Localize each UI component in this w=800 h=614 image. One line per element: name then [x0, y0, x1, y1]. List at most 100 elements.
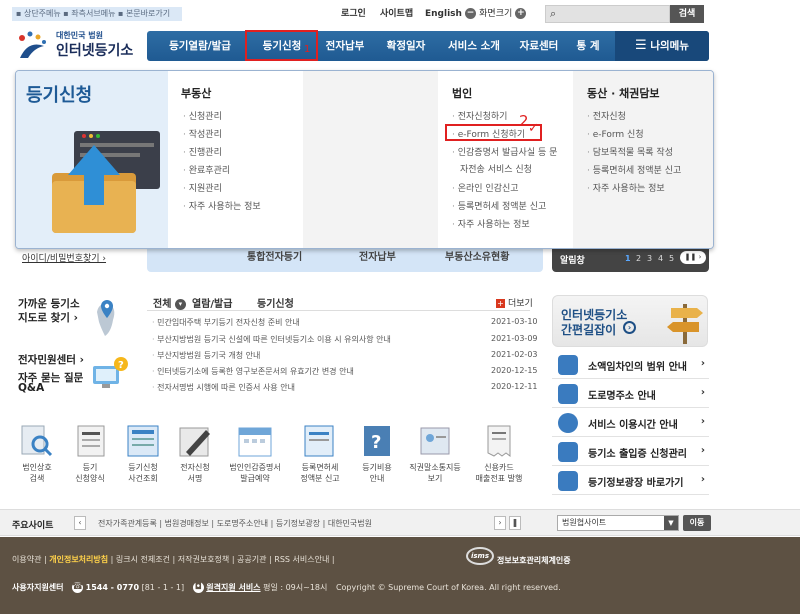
support-phone: 1544 - 0770 [85, 583, 140, 592]
menu-item-license-tax[interactable]: 등록면허세 정액분 신고 [452, 199, 547, 212]
notice-date: 2021-03-10 [491, 317, 538, 326]
tab-view-issue[interactable]: 열람/발급 [192, 295, 232, 310]
my-menu-label: 나의메뉴 [650, 40, 689, 52]
id-password-find-link[interactable]: 아이디/비밀번호찾기 › [22, 251, 106, 264]
nav-data-center[interactable]: 자료센터 [511, 31, 567, 61]
nav-service-intro[interactable]: 서비스 소개 [439, 31, 509, 61]
form-document-icon[interactable] [72, 424, 110, 458]
right-link-access-card[interactable]: 등기소 출입증 신청관리 › [552, 437, 709, 466]
menu-item-frequent-info-movables[interactable]: 자주 사용하는 정보 [587, 181, 665, 194]
footer-privacy-link[interactable]: 개인정보처리방침 [49, 555, 108, 564]
near-registry-title[interactable]: 가까운 등기소 [18, 296, 80, 311]
calendar-icon[interactable] [236, 424, 274, 458]
chevron-right-icon[interactable]: › [494, 516, 506, 530]
nav-statistics[interactable]: 통 계 [571, 31, 605, 61]
magnifier-document-icon[interactable] [18, 424, 56, 458]
map-search-link[interactable]: 지도로 찾기 › [18, 310, 78, 325]
mega-menu-registry-apply: 등기신청 부동산 신청관리 작성관리 진행관리 완료후관리 지원관리 자주 사용… [15, 70, 714, 249]
zoom-control: − 화면크기 + [465, 7, 527, 21]
sitemap-link[interactable]: 사이트맵 [380, 7, 413, 21]
support-center-label: 사용자지원센터 [12, 583, 64, 592]
svg-text:?: ? [371, 432, 381, 453]
notice-view-icon[interactable] [416, 424, 454, 458]
quick-label: 법인상호 검색 [22, 463, 52, 483]
alarm-page-1[interactable]: 1 [625, 254, 631, 263]
main-sites-list[interactable]: 전자가족관계등록 | 법원경매정보 | 도로명주소안내 | 등기정보광장 | 대… [98, 518, 372, 529]
menu-item-collateral-list[interactable]: 담보목적물 목록 작성 [587, 145, 673, 158]
alarm-page-4[interactable]: 4 [658, 254, 663, 263]
case-search-icon[interactable] [124, 424, 162, 458]
menu-item-seal-cert-notice-cont[interactable]: 자전송 서비스 신청 [460, 162, 532, 175]
tab-apply[interactable]: 등기신청 [257, 295, 294, 310]
remote-support-link[interactable]: 원격지원 서비스 [206, 583, 260, 592]
menu-item-support-manage[interactable]: 지원관리 [183, 181, 222, 194]
right-link-service-hours[interactable]: 서비스 이용시간 안내 › [552, 408, 709, 437]
notice-row[interactable]: 인터넷등기소에 등록한 영구보존문서의 유효기간 변경 안내 [152, 366, 354, 377]
skip-links[interactable]: ▪ 상단주메뉴 ▪ 좌측서브메뉴 ▪ 본문바로가기 [12, 7, 182, 21]
footer-terms[interactable]: 이용약관 | [12, 555, 47, 564]
question-document-icon[interactable]: ? [358, 424, 396, 458]
menu-item-frequent-info[interactable]: 자주 사용하는 정보 [183, 199, 261, 212]
notice-row[interactable]: 민간임대주택 부기등기 전자신청 준비 안내 [152, 317, 300, 328]
receipt-icon[interactable] [480, 424, 518, 458]
search-button[interactable]: 검색 [670, 5, 704, 23]
chevron-right-icon: › [700, 358, 705, 369]
alarm-page-2[interactable]: 2 [636, 254, 641, 263]
go-button[interactable]: 이동 [683, 515, 711, 531]
menu-item-seal-cert-notice[interactable]: 인감증명서 발급사실 등 문 [452, 145, 558, 158]
menu-item-e-apply-movables[interactable]: 전자신청 [587, 109, 626, 122]
login-link[interactable]: 로그인 [341, 7, 366, 21]
alarm-page-5[interactable]: 5 [669, 254, 674, 263]
annotation-check-icon: ✓ [528, 121, 539, 136]
nav-my-menu[interactable]: ☰ 나의메뉴 [615, 31, 709, 61]
footer-other-links[interactable]: | 링크시 전제조건 | 저작권보호정책 | 공공기관 | RSS 서비스안내 … [111, 555, 335, 564]
footer-links[interactable]: 이용약관 | 개인정보처리방침 | 링크시 전제조건 | 저작권보호정책 | 공… [12, 554, 335, 565]
site-logo[interactable]: 대한민국 법원 인터넷등기소 [14, 28, 144, 62]
court-site-select[interactable]: 법원협사이트 ▼ [557, 515, 679, 531]
right-link-label: 서비스 이용시간 안내 [588, 420, 678, 431]
civil-center-link[interactable]: 전자민원센터 › [18, 352, 84, 367]
qna-title[interactable]: Q&A [18, 382, 44, 394]
alarm-page-3[interactable]: 3 [647, 254, 652, 263]
menu-item-online-seal[interactable]: 온라인 인감신고 [452, 181, 519, 194]
easy-guide-banner[interactable]: 인터넷등기소 간편길잡이 › [552, 295, 708, 347]
menu-item-draft-manage[interactable]: 작성관리 [183, 127, 222, 140]
search-input[interactable]: ⌕ [545, 5, 670, 23]
alarm-pause-next-icon[interactable]: ❚❚ › [680, 251, 706, 264]
more-link[interactable]: + 더보기 [496, 296, 533, 309]
zoom-in-icon[interactable]: + [515, 8, 527, 19]
isms-text: 정보보호관리체계인증 [497, 556, 571, 565]
menu-item-application-manage[interactable]: 신청관리 [183, 109, 222, 122]
zoom-out-icon[interactable]: − [465, 8, 476, 19]
chevron-left-icon[interactable]: ‹ [74, 516, 86, 530]
service-property-status[interactable]: 부동산소유현황 [445, 248, 509, 263]
notice-row[interactable]: 부산지방법원 등기국 개청 안내 [152, 350, 260, 361]
nav-e-payment[interactable]: 전자납부 [317, 31, 373, 61]
menu-item-progress-manage[interactable]: 진행관리 [183, 145, 222, 158]
right-link-road-address[interactable]: 도로명주소 안내 › [552, 379, 709, 408]
menu-item-license-tax-movables[interactable]: 등록면허세 정액분 신고 [587, 163, 682, 176]
menu-item-e-apply[interactable]: 전자신청하기 [452, 109, 508, 122]
tax-document-icon[interactable] [300, 424, 338, 458]
menu-item-post-completion[interactable]: 완료후관리 [183, 163, 230, 176]
menu-item-eform-movables[interactable]: e-Form 신청 [587, 127, 644, 140]
pen-sign-icon[interactable] [176, 424, 214, 458]
quick-label: 등기비용 안내 [362, 463, 392, 483]
quick-label: 직권말소통지등 보기 [409, 463, 461, 483]
notice-row[interactable]: 전자서명법 시행에 따른 인증서 사용 안내 [152, 382, 295, 393]
mega-header-real-estate: 부동산 [181, 87, 212, 100]
right-link-registry-plaza[interactable]: 등기정보광장 바로가기 › [552, 466, 709, 495]
menu-item-frequent-info-corp[interactable]: 자주 사용하는 정보 [452, 217, 530, 230]
notice-row[interactable]: 부산지방법원 등기국 신설에 따른 인터넷등기소 이용 시 유의사항 안내 [152, 334, 391, 345]
mega-menu-title-panel: 등기신청 [16, 71, 168, 248]
nav-fixed-date[interactable]: 확정일자 [377, 31, 435, 61]
service-e-payment[interactable]: 전자납부 [359, 248, 396, 263]
nav-registry-view[interactable]: 등기열람/발급 [155, 31, 245, 61]
english-link[interactable]: English [425, 7, 462, 21]
right-link-small-tenant[interactable]: 소액임차인의 범위 안내 › [552, 350, 709, 379]
service-e-registry[interactable]: 통합전자등기 [247, 248, 302, 263]
pause-icon[interactable]: ❚ [509, 516, 521, 530]
tab-all[interactable]: 전체 ▾ [153, 295, 186, 310]
quick-label: 법인인감증명서 발급예약 [229, 463, 281, 483]
mega-column-real-estate: 부동산 신청관리 작성관리 진행관리 완료후관리 지원관리 자주 사용하는 정보 [168, 71, 303, 248]
